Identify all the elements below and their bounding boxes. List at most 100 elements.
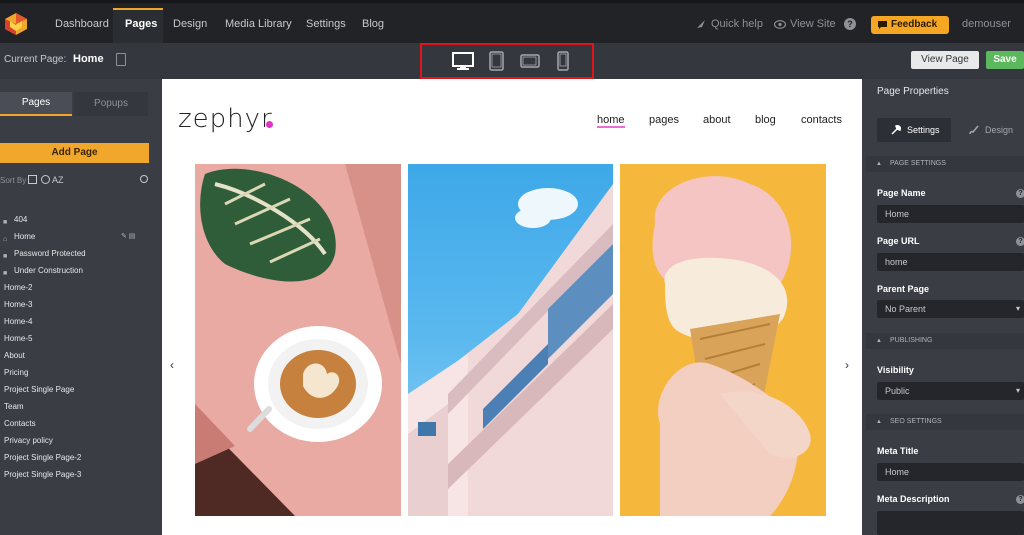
view-site-link[interactable]: View Site — [790, 18, 836, 30]
page-list-item[interactable]: ■ Under Construction — [0, 264, 160, 281]
page-list-item[interactable]: ■ 404 — [0, 213, 160, 230]
clock-icon[interactable] — [41, 175, 50, 184]
page-list-item[interactable]: Project Single Page-2 — [0, 451, 160, 468]
quick-help-link[interactable]: Quick help — [711, 18, 763, 30]
view-page-button[interactable]: View Page — [911, 51, 979, 69]
app-logo-icon[interactable] — [4, 12, 28, 36]
page-name-input[interactable]: Home — [877, 205, 1024, 223]
page-list-item-label: Project Single Page-2 — [4, 453, 82, 462]
page-list-item-label: Password Protected — [14, 249, 86, 258]
page-list-item[interactable]: Home-3 — [0, 298, 160, 315]
nav-settings[interactable]: Settings — [306, 18, 346, 30]
page-list-item-label: Home-5 — [4, 334, 33, 343]
carousel-next-arrow[interactable]: › — [845, 358, 849, 372]
tablet-landscape-icon[interactable] — [520, 51, 540, 71]
tab-settings[interactable]: Settings — [877, 118, 951, 142]
tab-design[interactable]: Design — [953, 118, 1024, 142]
page-list-item-label: Privacy policy — [4, 436, 53, 445]
meta-description-input[interactable] — [877, 511, 1024, 535]
user-menu[interactable]: demouser — [962, 18, 1011, 30]
page-list-item[interactable]: Project Single Page — [0, 383, 160, 400]
section-page-settings-label: PAGE SETTINGS — [890, 160, 946, 167]
page-list-item[interactable]: Home-4 — [0, 315, 160, 332]
eye-icon — [774, 20, 786, 29]
site-nav-blog[interactable]: blog — [755, 114, 776, 126]
page-list-item[interactable]: Pricing — [0, 366, 160, 383]
gallery-image-ice-cream[interactable] — [620, 164, 826, 516]
page-list-item-label: Contacts — [4, 419, 36, 428]
tab-popups[interactable]: Popups — [74, 92, 148, 116]
nav-blog[interactable]: Blog — [362, 18, 384, 30]
collapse-arrow-icon: ▲ — [876, 419, 882, 425]
current-page-label: Current Page: — [4, 54, 67, 65]
gallery-image-coffee[interactable] — [195, 164, 401, 516]
site-nav-contacts[interactable]: contacts — [801, 114, 842, 126]
page-list-item[interactable]: Team — [0, 400, 160, 417]
search-icon[interactable] — [140, 175, 148, 183]
lock-icon: ■ — [3, 270, 8, 277]
lock-icon: ■ — [3, 253, 8, 260]
site-nav-home[interactable]: home — [597, 114, 625, 128]
page-list-item-label: Home — [14, 232, 36, 241]
feedback-button[interactable]: Feedback — [871, 16, 949, 34]
section-publishing[interactable]: ▲ PUBLISHING — [866, 333, 1024, 349]
page-list-item[interactable]: ⌂ Home ✎ ▤ — [0, 230, 160, 247]
lock-icon: ■ — [3, 219, 8, 226]
page-list-item-label: Home-4 — [4, 317, 33, 326]
nav-dashboard[interactable]: Dashboard — [55, 18, 109, 30]
copy-page-icon[interactable] — [116, 53, 126, 66]
page-list-item[interactable]: Privacy policy — [0, 434, 160, 451]
visibility-select[interactable]: Public ▾ — [877, 382, 1024, 400]
meta-title-input[interactable]: Home — [877, 463, 1024, 481]
sort-az-button[interactable]: AZ — [52, 175, 64, 185]
page-list-item[interactable]: Home-5 — [0, 332, 160, 349]
gallery-image-building[interactable] — [408, 164, 613, 516]
page-list-item-label: Project Single Page-3 — [4, 470, 82, 479]
page-list-item-label: Team — [4, 402, 24, 411]
desktop-icon[interactable] — [452, 51, 474, 71]
home-icon: ⌂ — [3, 236, 8, 243]
parent-page-select[interactable]: No Parent ▾ — [877, 300, 1024, 318]
nav-media-library[interactable]: Media Library — [225, 18, 292, 30]
page-list-item[interactable]: Project Single Page-3 — [0, 468, 160, 485]
help-icon[interactable]: ? — [1016, 237, 1024, 246]
page-list-item-label: About — [4, 351, 25, 360]
page-url-input[interactable]: home — [877, 253, 1024, 271]
parent-page-label: Parent Page — [877, 284, 930, 294]
tab-settings-label: Settings — [907, 125, 940, 135]
chevron-down-icon: ▾ — [1015, 304, 1020, 313]
page-name-label: Page Name — [877, 188, 926, 198]
tab-pages[interactable]: Pages — [0, 92, 72, 116]
page-list-item-label: Home-3 — [4, 300, 33, 309]
visibility-label: Visibility — [877, 365, 914, 375]
site-nav-about[interactable]: about — [703, 114, 731, 126]
edit-icon[interactable]: ✎ ▤ — [121, 230, 135, 243]
save-button[interactable]: Save — [986, 51, 1024, 69]
tablet-icon[interactable] — [489, 51, 504, 71]
site-logo[interactable]: zephyr — [178, 104, 273, 134]
calendar-icon[interactable] — [28, 175, 37, 184]
current-page-value: Home — [73, 53, 104, 65]
rocket-icon — [697, 20, 705, 28]
top-edge-strip — [0, 0, 1024, 3]
visibility-value: Public — [885, 386, 910, 396]
add-page-button[interactable]: Add Page — [0, 143, 149, 163]
help-icon[interactable]: ? — [1016, 495, 1024, 504]
page-list-item[interactable]: About — [0, 349, 160, 366]
page-list-item[interactable]: Home-2 — [0, 281, 160, 298]
help-icon[interactable]: ? — [1016, 189, 1024, 198]
site-nav-pages[interactable]: pages — [649, 114, 679, 126]
page-list-item-label: Under Construction — [14, 266, 83, 275]
sort-by-label: Sort By — [0, 176, 27, 185]
nav-design[interactable]: Design — [173, 18, 207, 30]
help-icon[interactable]: ? — [844, 18, 856, 30]
section-page-settings[interactable]: ▲ PAGE SETTINGS — [866, 156, 1024, 172]
page-list-item[interactable]: ■ Password Protected — [0, 247, 160, 264]
section-publishing-label: PUBLISHING — [890, 337, 933, 344]
mobile-icon[interactable] — [557, 51, 569, 71]
page-list-item[interactable]: Contacts — [0, 417, 160, 434]
parent-page-value: No Parent — [885, 304, 926, 314]
nav-pages[interactable]: Pages — [125, 18, 157, 30]
section-seo-settings[interactable]: ▲ SEO SETTINGS — [866, 414, 1024, 430]
carousel-prev-arrow[interactable]: ‹ — [170, 358, 174, 372]
